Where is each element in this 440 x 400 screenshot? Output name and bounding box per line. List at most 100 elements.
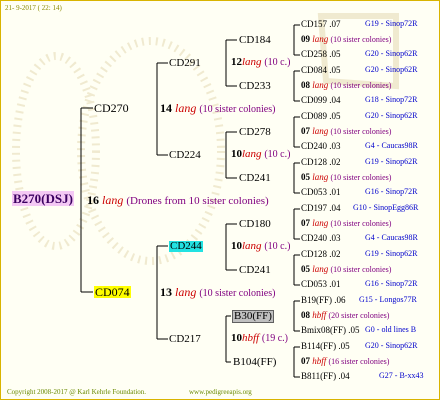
gen2-num: 10 <box>231 332 242 344</box>
gen1-num: 14 <box>160 101 172 115</box>
gen4-id: Bmix08(FF) .05 <box>301 325 360 335</box>
gen4-num: 05 <box>301 264 310 274</box>
gen4-row[interactable]: CD053 .01 <box>301 280 341 289</box>
gen4-info: 07 hbff (16 sister colonies) <box>301 357 389 366</box>
gen4-row[interactable]: CD197 .04 <box>301 204 341 213</box>
gen4-info: 05 lang (10 sister colonies) <box>301 265 391 274</box>
gen4-note: (10 sister colonies) <box>330 219 392 228</box>
gen4-note: (16 sister colonies) <box>328 357 390 366</box>
gen4-id: CD240 .03 <box>301 141 341 151</box>
gen4-info: 07 lang (10 sister colonies) <box>301 219 391 228</box>
gen4-num: 07 <box>301 218 310 228</box>
gen4-id: CD084 .05 <box>301 65 341 75</box>
gen4-line: G10 - SinopEgg86R <box>353 203 419 212</box>
gen4-row[interactable]: CD240 .03 <box>301 142 341 151</box>
gen2-num: 12 <box>231 56 242 68</box>
gen4-row[interactable]: CD157 .07 <box>301 20 341 29</box>
gen4-id: CD157 .07 <box>301 19 341 29</box>
gen2-node[interactable]: CD217 <box>169 334 201 345</box>
gen4-lang: lang <box>312 126 329 136</box>
gen4-id: B811(FF) .04 <box>301 371 350 381</box>
gen4-row[interactable]: Bmix08(FF) .05 <box>301 326 360 335</box>
gen4-line: G4 - Caucas98R <box>365 233 418 242</box>
footer-site[interactable]: www.pedigreeapis.org <box>189 389 252 396</box>
gen3-node[interactable]: CD180 <box>239 219 271 230</box>
gen4-row[interactable]: CD128 .02 <box>301 250 341 259</box>
gen2-info: 10lang (10 c.) <box>231 149 290 160</box>
gen4-note: (20 sister colonies) <box>328 311 390 320</box>
gen2-info: 12lang (10 c.) <box>231 57 290 68</box>
gen4-row[interactable]: CD099 .04 <box>301 96 341 105</box>
gen4-info: 08 lang (10 sister colonies) <box>301 81 391 90</box>
gen4-id: CD099 .04 <box>301 95 341 105</box>
gen2-note: (19 c.) <box>261 333 288 344</box>
gen4-line: G19 - Sinop62R <box>365 249 418 258</box>
gen4-id: B19(FF) .06 <box>301 295 346 305</box>
gen4-id: B114(FF) .05 <box>301 341 350 351</box>
gen4-row[interactable]: CD240 .03 <box>301 234 341 243</box>
gen1-node[interactable]: CD074 <box>94 286 131 298</box>
gen4-note: (10 sister colonies) <box>330 173 392 182</box>
gen2-node[interactable]: CD244 <box>169 241 203 252</box>
gen4-row[interactable]: B19(FF) .06 <box>301 296 346 305</box>
root-node[interactable]: B270(DSJ) <box>12 191 74 206</box>
gen4-id: CD128 .02 <box>301 249 341 259</box>
gen2-lang: lang <box>242 240 262 252</box>
gen4-line: G20 - Sinop62R <box>365 111 418 120</box>
date-stamp: 21- 9-2017 ( 22: 14) <box>5 4 62 12</box>
gen3-node[interactable]: CD184 <box>239 35 271 46</box>
gen4-line: G16 - Sinop72R <box>365 279 418 288</box>
root-info: 16 lang (Drones from 10 sister colonies) <box>87 194 269 207</box>
gen4-row[interactable]: CD258 .05 <box>301 50 341 59</box>
gen2-note: (10 c.) <box>264 241 291 252</box>
gen4-row[interactable]: B811(FF) .04 <box>301 372 350 381</box>
gen4-line: G16 - Sinop72R <box>365 187 418 196</box>
gen4-line: G19 - Sinop62R <box>365 157 418 166</box>
gen4-row[interactable]: CD053 .01 <box>301 188 341 197</box>
gen3-node[interactable]: CD278 <box>239 127 271 138</box>
footer-copyright: Copyright 2008-2017 @ Karl Kehrle Founda… <box>7 388 147 396</box>
gen4-lang: hbff <box>312 310 327 320</box>
gen4-line: G19 - Sinop72R <box>365 19 418 28</box>
root-lang: lang <box>102 193 124 207</box>
root-note: (Drones from 10 sister colonies) <box>126 195 269 207</box>
gen2-lang: lang <box>242 148 262 160</box>
gen4-id: CD128 .02 <box>301 157 341 167</box>
gen1-info: 14 lang (10 sister colonies) <box>160 102 275 115</box>
gen4-num: 07 <box>301 356 310 366</box>
gen4-lang: lang <box>312 264 329 274</box>
gen3-node[interactable]: CD233 <box>239 81 271 92</box>
gen4-line: G18 - Sinop72R <box>365 95 418 104</box>
gen4-num: 08 <box>301 80 310 90</box>
gen4-lang: lang <box>312 34 329 44</box>
gen1-lang: lang <box>175 285 197 299</box>
gen4-id: CD240 .03 <box>301 233 341 243</box>
gen3-node[interactable]: CD241 <box>239 265 271 276</box>
gen4-row[interactable]: B114(FF) .05 <box>301 342 350 351</box>
gen4-info: 08 hbff (20 sister colonies) <box>301 311 389 320</box>
gen4-note: (10 sister colonies) <box>330 265 392 274</box>
gen4-id: CD053 .01 <box>301 187 341 197</box>
gen2-info: 10hbff (19 c.) <box>231 333 288 344</box>
gen4-row[interactable]: CD128 .02 <box>301 158 341 167</box>
gen2-node[interactable]: CD291 <box>169 58 201 69</box>
gen3-node[interactable]: B30(FF) <box>232 310 274 323</box>
gen4-lang: lang <box>312 80 329 90</box>
gen2-lang: hbff <box>242 332 260 344</box>
gen4-lang: lang <box>312 218 329 228</box>
gen2-note: (10 c.) <box>264 57 291 68</box>
gen1-node[interactable]: CD270 <box>94 102 129 114</box>
gen4-note: (10 sister colonies) <box>330 81 392 90</box>
gen2-node[interactable]: CD224 <box>169 150 201 161</box>
gen3-node[interactable]: B104(FF) <box>233 357 276 368</box>
gen4-line: G20 - Sinop62R <box>365 49 418 58</box>
gen4-info: 09 lang (10 sister colonies) <box>301 35 391 44</box>
gen3-node[interactable]: CD241 <box>239 173 271 184</box>
gen1-note: (10 sister colonies) <box>199 288 276 299</box>
gen4-line: G15 - Longos77R <box>359 295 417 304</box>
gen4-row[interactable]: CD089 .05 <box>301 112 341 121</box>
gen4-lang: hbff <box>312 356 327 366</box>
gen4-row[interactable]: CD084 .05 <box>301 66 341 75</box>
gen4-line: G20 - Sinop62R <box>365 341 418 350</box>
gen4-line: G20 - Sinop62R <box>365 65 418 74</box>
